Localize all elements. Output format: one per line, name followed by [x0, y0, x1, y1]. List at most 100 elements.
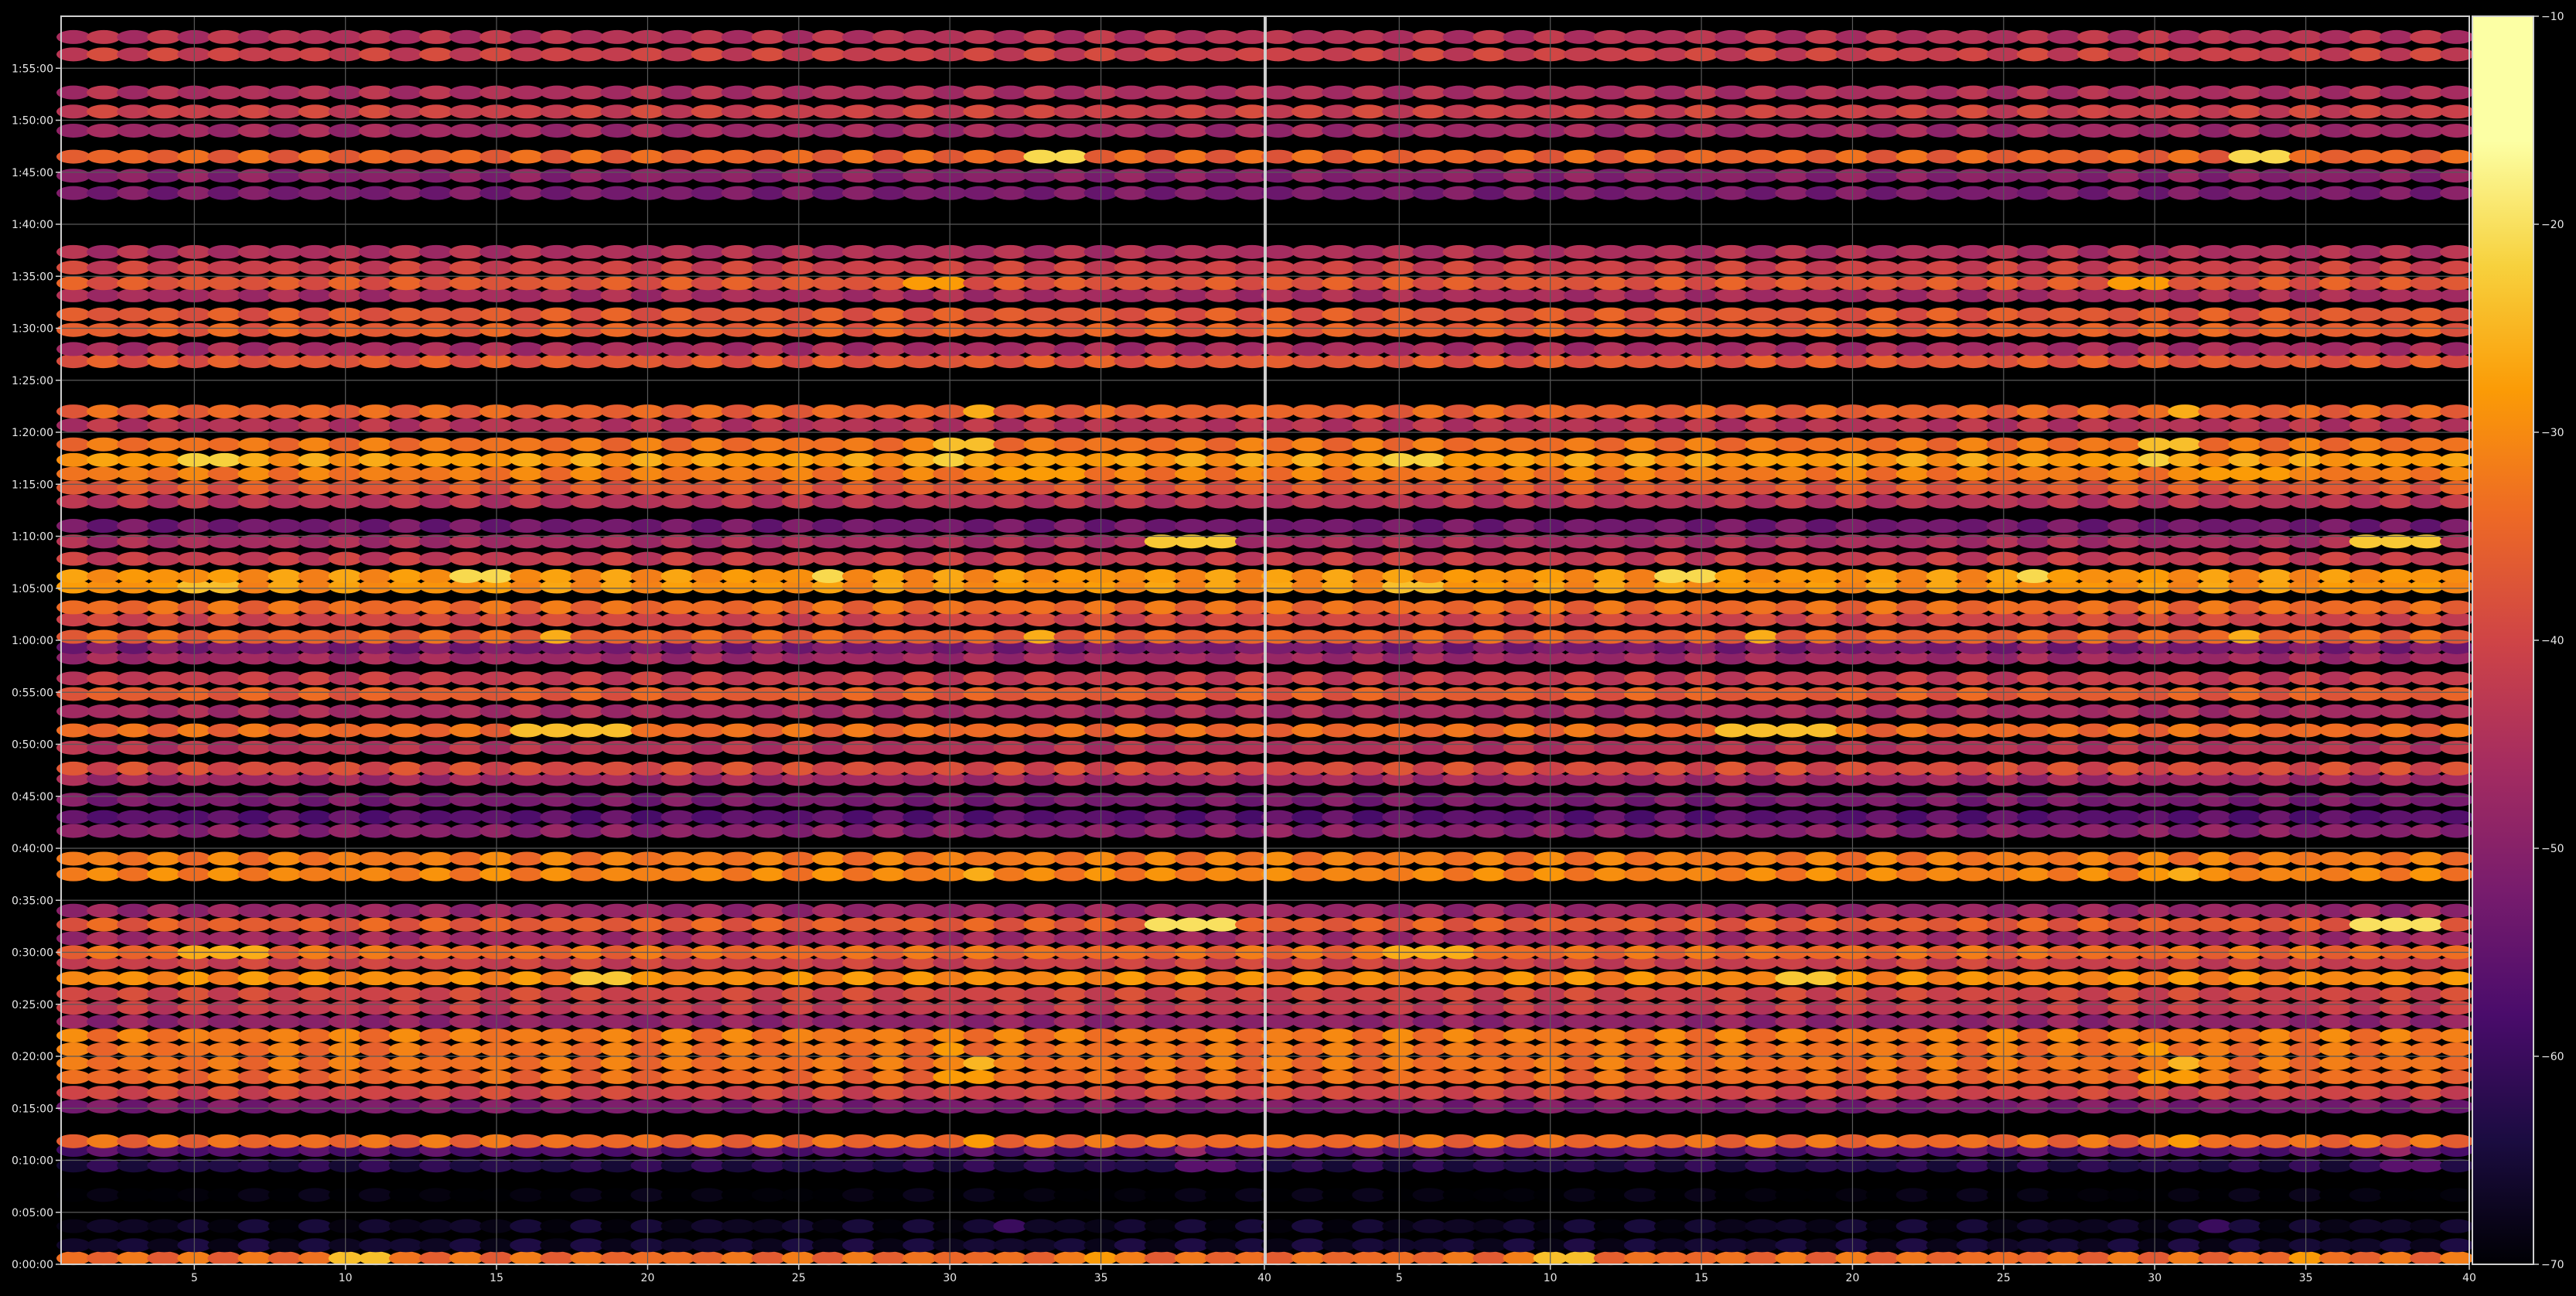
heat-cell [2107, 1069, 2142, 1084]
heat-cell [691, 761, 725, 776]
heat-cell [993, 342, 1028, 356]
heat-cell [570, 1086, 605, 1100]
heat-cell [510, 629, 544, 644]
heat-cell [1472, 1086, 1507, 1100]
heat-cell [2258, 629, 2293, 644]
heat-cell [1472, 931, 1507, 946]
heat-cell [1412, 1086, 1447, 1100]
heat-cell [993, 1238, 1028, 1253]
heat-cell [2107, 1134, 2142, 1148]
heat-cell [1714, 810, 1749, 824]
heat-cell [1322, 418, 1356, 433]
heat-cell [2077, 824, 2112, 838]
heat-cell [1654, 342, 1688, 356]
heat-cell [1204, 1028, 1239, 1043]
heat-cell [2047, 452, 2081, 467]
heat-cell [963, 824, 998, 838]
heat-cell [1805, 404, 1840, 419]
heat-cell [2198, 569, 2233, 584]
heat-cell [298, 244, 333, 259]
heat-cell [811, 1086, 846, 1100]
heat-cell [2379, 1188, 2414, 1202]
heat-cell [1204, 288, 1239, 302]
heat-cell [902, 123, 937, 138]
heat-cell [1956, 1251, 1991, 1266]
heat-cell [1593, 740, 1628, 755]
heat-cell [1114, 418, 1148, 433]
heat-cell [510, 1001, 544, 1015]
heat-cell [1023, 867, 1058, 882]
heat-cell [2228, 1028, 2263, 1043]
heat-cell [358, 342, 393, 356]
heat-cell [540, 931, 575, 946]
heat-cell [1412, 1134, 1447, 1148]
heat-cell [963, 1188, 998, 1202]
heat-cell [1291, 629, 1326, 644]
heat-cell [1865, 600, 1900, 615]
heat-cell [2047, 761, 2081, 776]
heat-cell [1114, 761, 1148, 776]
heat-cell [811, 1219, 846, 1233]
heat-cell [1714, 917, 1749, 932]
heat-cell [660, 1219, 695, 1233]
heat-cell [2318, 612, 2353, 627]
heat-cell [751, 288, 786, 302]
heat-cell [691, 824, 725, 838]
heat-cell [2168, 867, 2202, 882]
heat-cell [358, 149, 393, 164]
heat-cell [1745, 437, 1779, 452]
heat-cell [600, 793, 635, 807]
heat-cell [2016, 1238, 2051, 1253]
heat-cell [660, 276, 695, 291]
heat-cell [449, 342, 483, 356]
heat-cell [1472, 810, 1507, 824]
heat-cell [358, 1042, 393, 1057]
heat-cell [811, 466, 846, 481]
heat-cell [449, 85, 483, 100]
heat-cell [842, 244, 876, 259]
heat-cell [237, 987, 272, 1001]
heat-cell [1144, 322, 1179, 337]
heat-cell [117, 851, 152, 866]
heat-cell [2047, 1056, 2081, 1070]
heat-cell [510, 1219, 544, 1233]
heat-cell [117, 1251, 152, 1266]
heat-cell [1745, 740, 1779, 755]
heat-cell [87, 1028, 121, 1043]
heat-cell [993, 987, 1028, 1001]
heat-cell [1714, 1028, 1749, 1043]
heat-cell [2228, 1100, 2263, 1114]
heat-cell [1023, 761, 1058, 776]
heat-cell [2016, 851, 2051, 866]
heat-cell [1805, 629, 1840, 644]
heat-cell [1174, 867, 1209, 882]
heat-cell [600, 931, 635, 946]
heat-cell [1322, 494, 1356, 509]
heat-cell [2016, 1251, 2051, 1266]
heat-cell [2047, 851, 2081, 866]
heat-cell [2379, 569, 2414, 584]
heat-cell [2047, 1015, 2081, 1029]
heat-cell [1865, 437, 1900, 452]
heat-cell [298, 1219, 333, 1233]
heat-cell [691, 917, 725, 932]
heat-cell [1654, 824, 1688, 838]
heat-cell [1654, 1001, 1688, 1015]
heat-cell [1563, 569, 1598, 584]
heat-cell [2107, 404, 2142, 419]
heat-cell [1593, 1086, 1628, 1100]
heat-cell [721, 466, 756, 481]
heat-cell [1114, 1251, 1148, 1266]
heat-cell [2198, 1001, 2233, 1015]
heat-cell [1472, 1056, 1507, 1070]
heat-cell [87, 1069, 121, 1084]
heat-cell [2349, 793, 2383, 807]
heat-cell [1352, 600, 1387, 615]
heat-cell [1472, 629, 1507, 644]
heat-cell [2379, 1042, 2414, 1057]
heat-cell [418, 354, 453, 369]
heat-cell [721, 29, 756, 44]
heat-cell [1472, 466, 1507, 481]
heat-cell [1865, 851, 1900, 866]
heat-cell [2349, 1238, 2383, 1253]
